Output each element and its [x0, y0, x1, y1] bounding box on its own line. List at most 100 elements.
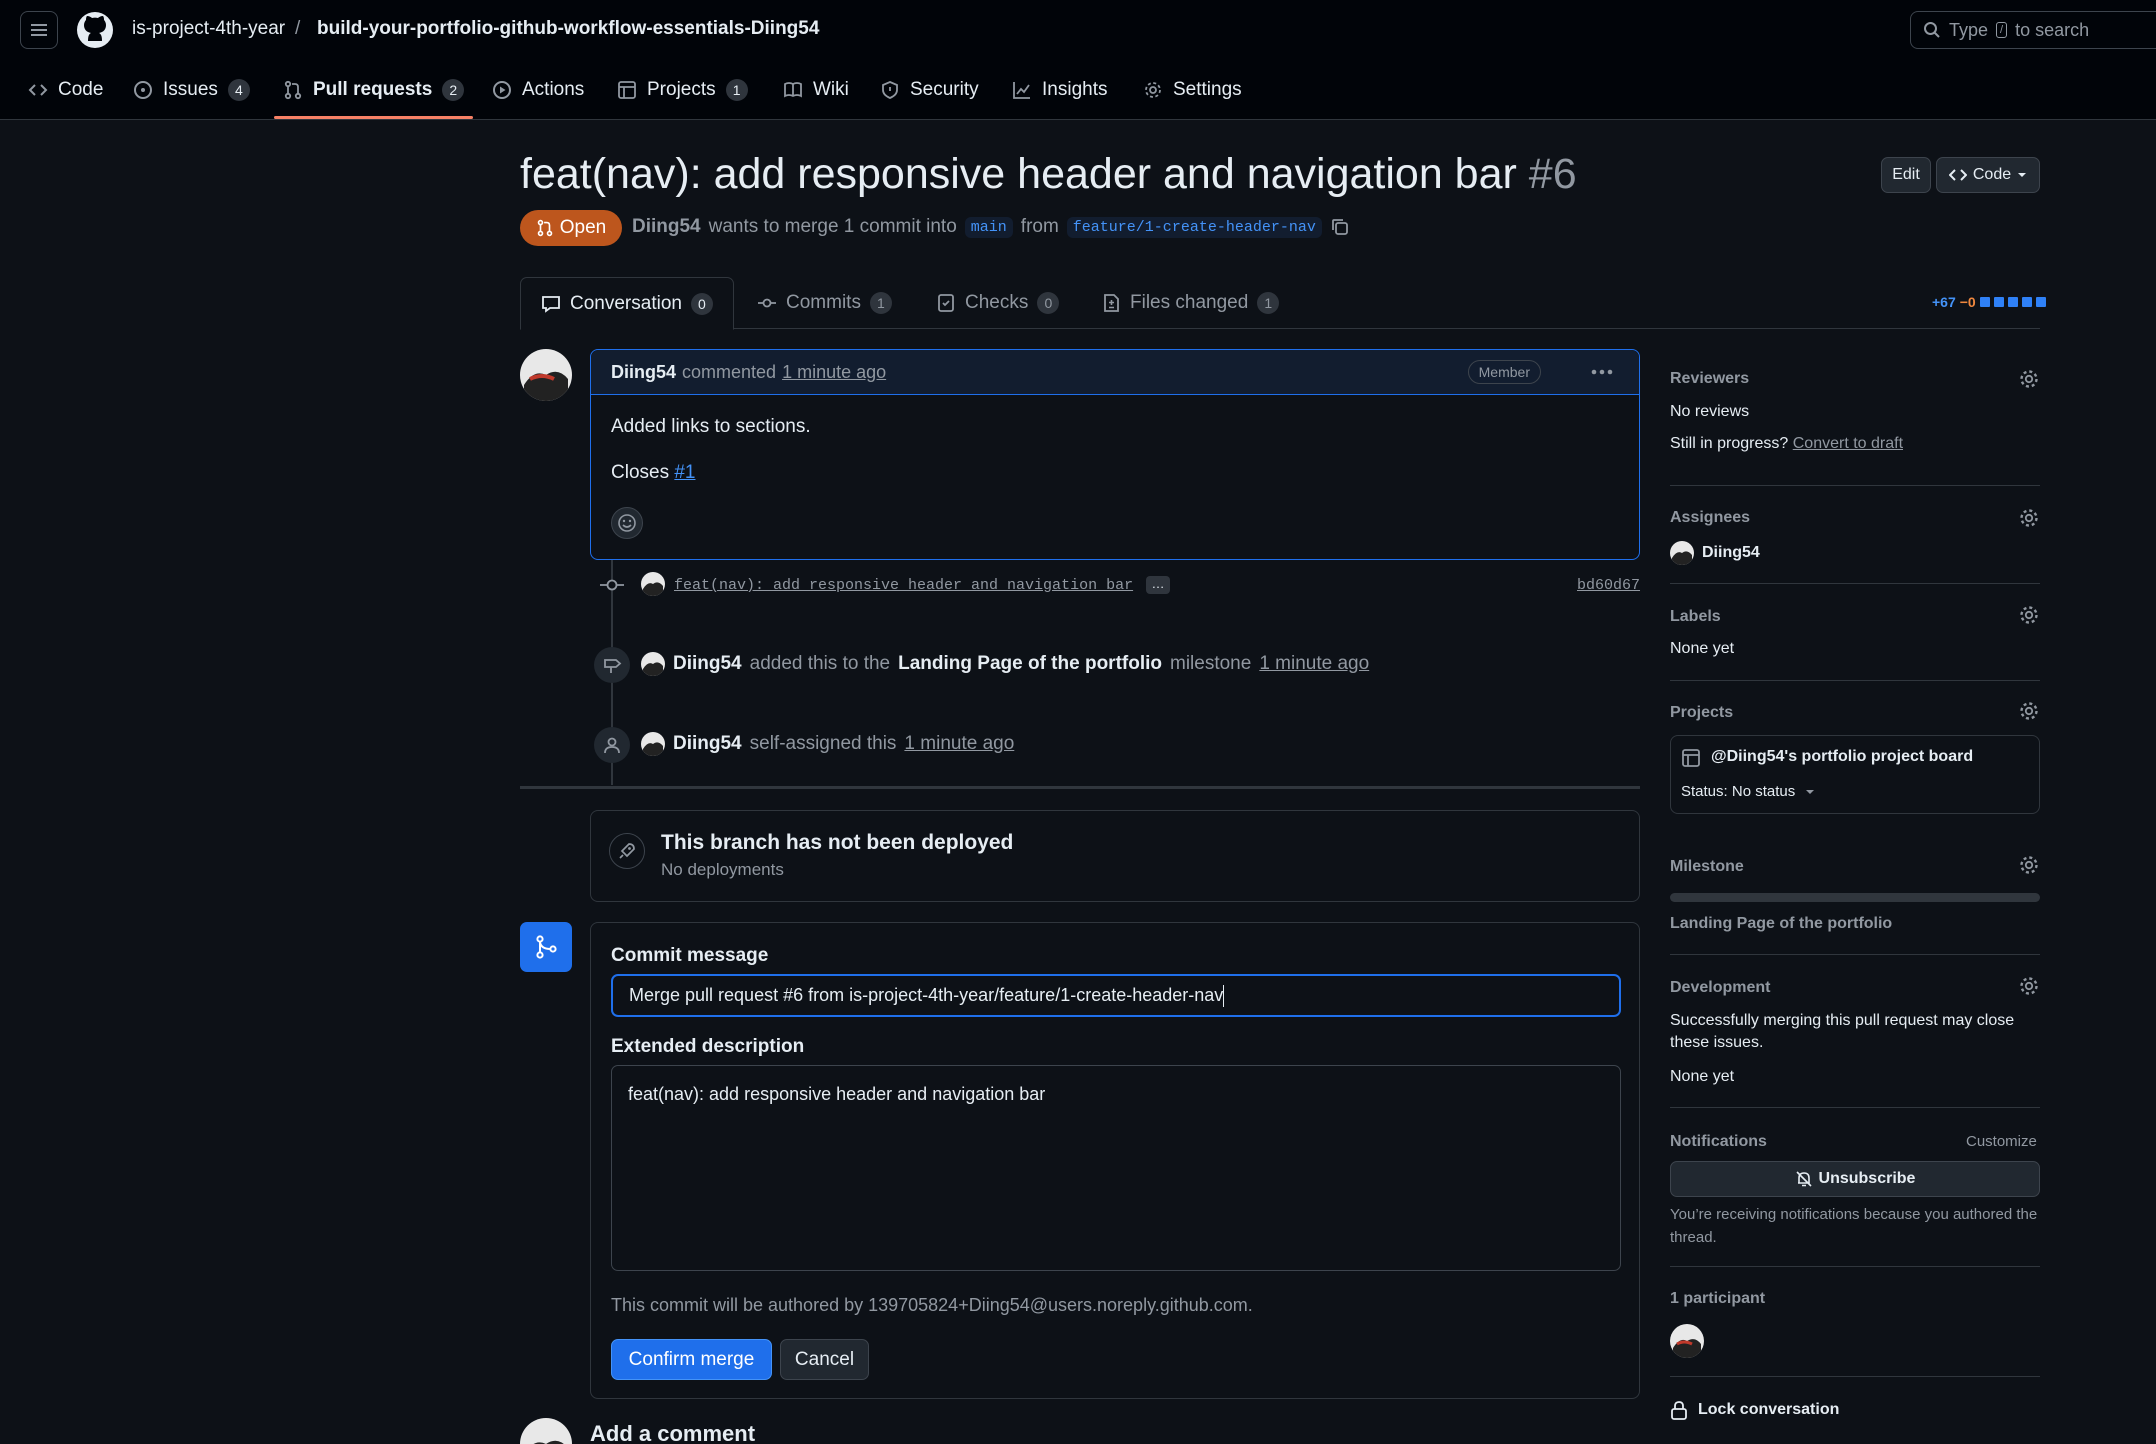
avatar[interactable]: [520, 1418, 572, 1444]
assignees-heading[interactable]: Assignees: [1670, 509, 1750, 527]
tab-projects[interactable]: Projects 1: [617, 76, 748, 104]
tab-code-label: Code: [58, 79, 104, 100]
unsubscribe-button[interactable]: Unsubscribe: [1670, 1161, 2040, 1197]
smiley-icon: [618, 514, 636, 532]
active-tab-indicator: [274, 116, 473, 119]
text-cursor: [1223, 984, 1225, 1007]
breadcrumb-separator: /: [295, 18, 301, 39]
project-card: @Diing54's portfolio project board Statu…: [1670, 735, 2040, 814]
page-title: feat(nav): add responsive header and nav…: [520, 150, 1577, 199]
tab-pull-requests-label: Pull requests: [313, 79, 433, 100]
milestone-gear-icon[interactable]: [2018, 854, 2040, 876]
copy-icon[interactable]: [1330, 217, 1350, 237]
comment-author[interactable]: Diing54: [611, 362, 676, 383]
extended-description-textarea[interactable]: feat(nav): add responsive header and nav…: [611, 1065, 1621, 1271]
edit-title-button[interactable]: Edit: [1881, 157, 1931, 193]
extended-description-label: Extended description: [611, 1036, 805, 1057]
kebab-menu-icon[interactable]: [1591, 366, 1613, 378]
rocket-icon: [609, 833, 645, 869]
tab-settings[interactable]: Settings: [1143, 76, 1242, 104]
breadcrumb-owner[interactable]: is-project-4th-year: [132, 18, 285, 40]
commit-expand-button[interactable]: …: [1146, 576, 1170, 594]
comment-time[interactable]: 1 minute ago: [782, 362, 886, 383]
tab-checks[interactable]: Checks 0: [936, 277, 1060, 329]
in-progress-row: Still in progress? Convert to draft: [1670, 435, 1903, 453]
event-author[interactable]: Diing54: [673, 733, 742, 755]
closes-issue-link[interactable]: #1: [674, 462, 695, 483]
commit-message-input[interactable]: Merge pull request #6 from is-project-4t…: [611, 974, 1621, 1017]
reviewers-heading[interactable]: Reviewers: [1670, 370, 1749, 388]
tab-checks-label: Checks: [965, 292, 1029, 313]
avatar[interactable]: [641, 732, 665, 756]
tab-wiki[interactable]: Wiki: [783, 76, 849, 104]
comment-closes: Closes #1: [611, 462, 696, 484]
tab-files-changed-label: Files changed: [1130, 292, 1249, 313]
avatar[interactable]: [641, 572, 665, 596]
labels-gear-icon[interactable]: [2018, 604, 2040, 626]
tab-security[interactable]: Security: [880, 76, 979, 104]
deployment-status: This branch has not been deployed No dep…: [590, 810, 1640, 902]
tab-issues[interactable]: Issues 4: [133, 76, 250, 104]
sidebar-divider: [1670, 1376, 2040, 1377]
commit-message-link[interactable]: feat(nav): add responsive header and nav…: [674, 577, 1133, 594]
development-gear-icon[interactable]: [2018, 975, 2040, 997]
tab-conversation[interactable]: Conversation 0: [520, 277, 734, 330]
base-branch[interactable]: main: [964, 216, 1013, 238]
pr-author-link[interactable]: Diing54: [632, 216, 701, 238]
confirm-merge-button[interactable]: Confirm merge: [611, 1339, 772, 1380]
assignee-name: Diing54: [1702, 544, 1760, 561]
assignee-row[interactable]: Diing54: [1670, 541, 1760, 565]
tab-pull-requests[interactable]: Pull requests 2: [283, 76, 465, 104]
add-comment-heading: Add a comment: [590, 1421, 756, 1444]
commit-sha-link[interactable]: bd60d67: [1577, 577, 1640, 594]
sidebar-divider: [1670, 583, 2040, 584]
participants-heading: 1 participant: [1670, 1290, 1766, 1307]
convert-to-draft-link[interactable]: Convert to draft: [1793, 435, 1903, 452]
customize-link[interactable]: Customize: [1966, 1133, 2037, 1150]
tab-commits[interactable]: Commits 1: [757, 277, 892, 329]
github-logo-icon[interactable]: [76, 11, 114, 49]
event-time[interactable]: 1 minute ago: [1259, 653, 1369, 675]
milestone-heading[interactable]: Milestone: [1670, 858, 1744, 876]
labels-heading[interactable]: Labels: [1670, 608, 1721, 626]
avatar[interactable]: [641, 652, 665, 676]
tab-insights[interactable]: Insights: [1012, 76, 1107, 104]
projects-heading[interactable]: Projects: [1670, 704, 1733, 722]
development-heading[interactable]: Development: [1670, 979, 1770, 997]
timeline-divider: [520, 786, 1640, 789]
merge-form: Commit message Merge pull request #6 fro…: [590, 922, 1640, 1399]
code-dropdown-button[interactable]: Code: [1936, 157, 2040, 193]
lock-conversation-link[interactable]: Lock conversation: [1670, 1400, 1839, 1420]
cancel-button[interactable]: Cancel: [780, 1339, 869, 1380]
head-branch[interactable]: feature/1-create-header-nav: [1066, 216, 1322, 238]
tab-code[interactable]: Code: [28, 76, 103, 104]
event-time[interactable]: 1 minute ago: [904, 733, 1014, 755]
avatar[interactable]: [520, 349, 572, 401]
closes-label: Closes: [611, 462, 670, 483]
project-status-select[interactable]: Status: No status: [1681, 783, 1815, 800]
tab-projects-label: Projects: [647, 79, 716, 100]
tab-wiki-label: Wiki: [813, 79, 849, 100]
tab-actions[interactable]: Actions: [492, 76, 584, 104]
commit-node-icon: [600, 576, 624, 594]
milestone-link[interactable]: Landing Page of the portfolio: [898, 653, 1162, 675]
milestone-link[interactable]: Landing Page of the portfolio: [1670, 915, 1892, 933]
table-icon: [618, 81, 636, 99]
event-author[interactable]: Diing54: [673, 653, 742, 675]
menu-button[interactable]: [20, 11, 58, 49]
tab-files-changed[interactable]: Files changed 1: [1101, 277, 1280, 329]
participant-avatar[interactable]: [1670, 1324, 1704, 1358]
status-label: Open: [559, 217, 607, 238]
reviewers-gear-icon[interactable]: [2018, 368, 2040, 390]
breadcrumb-repo[interactable]: build-your-portfolio-github-workflow-ess…: [317, 18, 819, 40]
search-input[interactable]: Type / to search: [1910, 11, 2156, 49]
projects-gear-icon[interactable]: [2018, 700, 2040, 722]
caret-down-icon: [2018, 173, 2027, 177]
issue-icon: [134, 81, 152, 99]
avatar: [1670, 541, 1694, 565]
project-link[interactable]: @Diing54's portfolio project board: [1711, 748, 1973, 766]
tab-insights-label: Insights: [1042, 79, 1108, 100]
assignees-gear-icon[interactable]: [2018, 507, 2040, 529]
role-badge: Member: [1467, 360, 1541, 384]
add-reaction-button[interactable]: [611, 507, 643, 539]
